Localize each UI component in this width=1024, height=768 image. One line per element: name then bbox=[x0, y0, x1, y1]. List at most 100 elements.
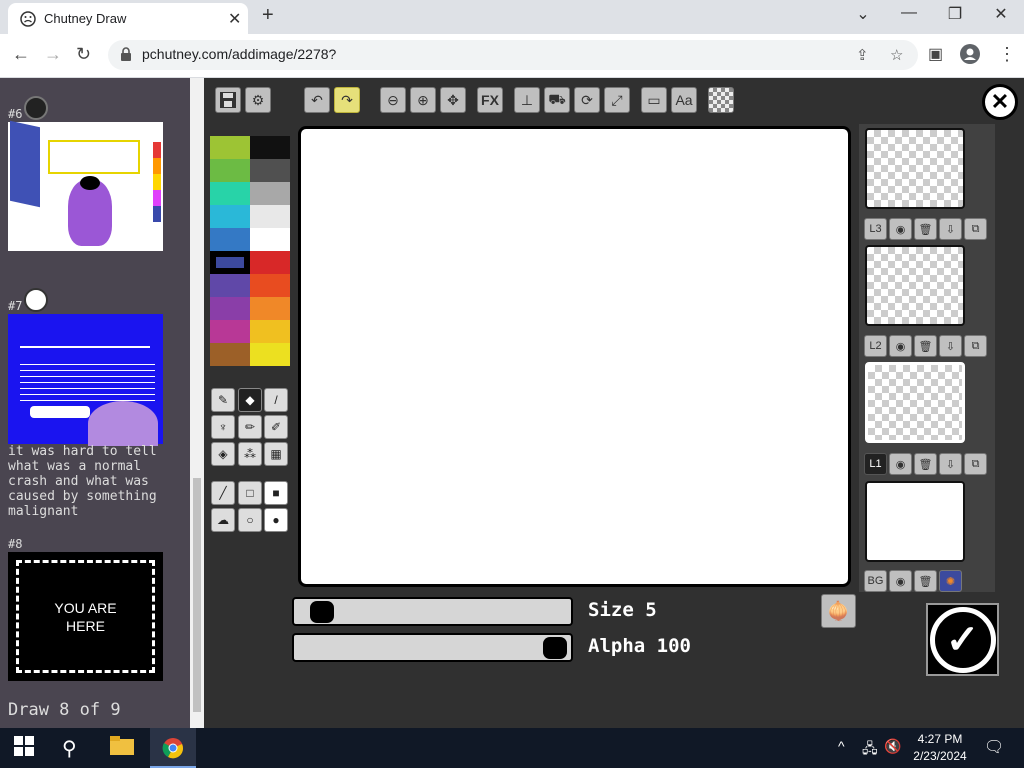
move-down-icon[interactable]: ⇩ bbox=[939, 218, 962, 240]
taskbar-clock[interactable]: 4:27 PM 2/23/2024 bbox=[900, 731, 980, 765]
color-swatch[interactable] bbox=[210, 251, 250, 274]
resize-icon[interactable]: ⤢ bbox=[604, 87, 630, 113]
color-swatch[interactable] bbox=[250, 182, 290, 205]
ellipse-outline-tool-icon[interactable]: ○ bbox=[238, 508, 262, 532]
pan-icon[interactable]: ⛟ bbox=[544, 87, 570, 113]
background-layer-thumbnail[interactable] bbox=[865, 481, 965, 562]
color-swatch[interactable] bbox=[250, 228, 290, 251]
search-icon[interactable]: ⚲ bbox=[62, 736, 77, 761]
layer-label[interactable]: L3 bbox=[864, 218, 887, 240]
pattern-tool-icon[interactable]: ▦ bbox=[264, 442, 288, 466]
color-swatch[interactable] bbox=[210, 274, 250, 297]
eye-icon[interactable]: ◉ bbox=[889, 218, 912, 240]
layer-label[interactable]: L1 bbox=[864, 453, 887, 475]
pencil-tool-icon[interactable]: ✏ bbox=[238, 415, 262, 439]
window-close-button[interactable]: ✕ bbox=[978, 4, 1024, 24]
lasso-tool-icon[interactable]: ☁ bbox=[211, 508, 235, 532]
profile-avatar-icon[interactable] bbox=[960, 44, 980, 69]
rectangle-outline-tool-icon[interactable]: □ bbox=[238, 481, 262, 505]
side-panel-icon[interactable]: ▣ bbox=[928, 44, 943, 64]
ellipse-fill-tool-icon[interactable]: ● bbox=[264, 508, 288, 532]
color-swatch[interactable] bbox=[250, 343, 290, 366]
pipette-tool-icon[interactable]: ✎ bbox=[211, 388, 235, 412]
alpha-slider[interactable] bbox=[292, 633, 573, 662]
color-swatch[interactable] bbox=[250, 320, 290, 343]
color-swatch[interactable] bbox=[250, 159, 290, 182]
submit-drawing-button[interactable]: ✓ bbox=[926, 603, 999, 676]
move-down-icon[interactable]: ⇩ bbox=[939, 453, 962, 475]
scrollbar-thumb[interactable] bbox=[193, 478, 201, 712]
eraser-tool-icon[interactable]: ◆ bbox=[238, 388, 262, 412]
transparency-icon[interactable] bbox=[708, 87, 734, 113]
eye-icon[interactable]: ◉ bbox=[889, 335, 912, 357]
back-arrow-icon[interactable]: ← bbox=[12, 44, 30, 65]
alpha-slider-knob[interactable] bbox=[543, 637, 567, 659]
color-swatch[interactable] bbox=[210, 182, 250, 205]
trash-icon[interactable]: 🗑 bbox=[914, 570, 937, 592]
text-button[interactable]: Aa bbox=[671, 87, 697, 113]
color-swatch[interactable] bbox=[250, 136, 290, 159]
kebab-menu-icon[interactable]: ⋮ bbox=[998, 44, 1016, 65]
onion-skin-icon[interactable]: 🧅 bbox=[821, 594, 856, 628]
share-icon[interactable]: ⇪ bbox=[856, 46, 869, 64]
brush-tool-icon[interactable]: ♆ bbox=[211, 415, 235, 439]
layer-3-thumbnail[interactable] bbox=[865, 128, 965, 209]
knife-tool-icon[interactable]: / bbox=[264, 388, 288, 412]
merge-icon[interactable]: ⧉ bbox=[964, 453, 987, 475]
color-swatch[interactable] bbox=[210, 343, 250, 366]
reload-icon[interactable]: ↻ bbox=[76, 44, 91, 65]
rotate-icon[interactable]: ⟳ bbox=[574, 87, 600, 113]
fx-button[interactable]: FX bbox=[477, 87, 503, 113]
entry-7-drawing[interactable] bbox=[8, 314, 163, 446]
image-icon[interactable]: ▭ bbox=[641, 87, 667, 113]
color-swatch[interactable] bbox=[210, 159, 250, 182]
merge-icon[interactable]: ⧉ bbox=[964, 335, 987, 357]
stamp-icon[interactable]: ⊥ bbox=[514, 87, 540, 113]
trash-icon[interactable]: 🗑 bbox=[914, 453, 937, 475]
file-explorer-icon[interactable] bbox=[110, 736, 134, 762]
trash-icon[interactable]: 🗑 bbox=[914, 218, 937, 240]
zoom-out-icon[interactable]: ⊖ bbox=[380, 87, 406, 113]
volume-muted-icon[interactable]: 🔇 bbox=[884, 738, 901, 755]
size-slider-knob[interactable] bbox=[310, 601, 335, 623]
color-swatch[interactable] bbox=[250, 274, 290, 297]
move-icon[interactable]: ✥ bbox=[440, 87, 466, 113]
color-swatch[interactable] bbox=[250, 205, 290, 228]
tab-search-icon[interactable]: ⌄ bbox=[840, 4, 886, 24]
network-icon[interactable]: 🖧 bbox=[862, 738, 878, 762]
color-swatch[interactable] bbox=[210, 136, 250, 159]
drawing-canvas[interactable] bbox=[298, 126, 851, 587]
close-editor-button[interactable]: ✕ bbox=[982, 84, 1018, 120]
color-swatch[interactable] bbox=[250, 251, 290, 274]
tab-close-icon[interactable]: ✕ bbox=[228, 9, 241, 29]
zoom-in-icon[interactable]: ⊕ bbox=[410, 87, 436, 113]
feed-scrollbar[interactable] bbox=[190, 78, 204, 728]
color-swatch[interactable] bbox=[250, 297, 290, 320]
eye-icon[interactable]: ◉ bbox=[889, 453, 912, 475]
notifications-icon[interactable]: 🗨 bbox=[984, 737, 1004, 757]
color-swatch[interactable] bbox=[210, 205, 250, 228]
undo-icon[interactable]: ↶ bbox=[304, 87, 330, 113]
layer-label[interactable]: L2 bbox=[864, 335, 887, 357]
background-color-icon[interactable]: ✺ bbox=[939, 570, 962, 592]
forward-arrow-icon[interactable]: → bbox=[44, 44, 62, 65]
move-down-icon[interactable]: ⇩ bbox=[939, 335, 962, 357]
spray-tool-icon[interactable]: ⁂ bbox=[238, 442, 262, 466]
color-swatch[interactable] bbox=[210, 297, 250, 320]
bookmark-star-icon[interactable]: ☆ bbox=[890, 46, 903, 64]
bucket-tool-icon[interactable]: ◈ bbox=[211, 442, 235, 466]
merge-icon[interactable]: ⧉ bbox=[964, 218, 987, 240]
minimize-button[interactable]: — bbox=[886, 4, 932, 22]
windows-start-icon[interactable] bbox=[14, 736, 34, 762]
redo-icon[interactable]: ↷ bbox=[334, 87, 360, 113]
line-tool-icon[interactable]: ╱ bbox=[211, 481, 235, 505]
layer-1-thumbnail[interactable] bbox=[865, 362, 965, 443]
rectangle-fill-tool-icon[interactable]: ■ bbox=[264, 481, 288, 505]
color-swatch[interactable] bbox=[210, 320, 250, 343]
layer-2-thumbnail[interactable] bbox=[865, 245, 965, 326]
avatar[interactable] bbox=[24, 96, 48, 120]
chrome-taskbar-button[interactable] bbox=[150, 728, 196, 768]
browser-tab[interactable]: Chutney Draw ✕ bbox=[8, 3, 248, 34]
save-icon[interactable] bbox=[215, 87, 241, 113]
address-bar[interactable]: pchutney.com/addimage/2278? ⇪ ☆ bbox=[108, 40, 918, 70]
